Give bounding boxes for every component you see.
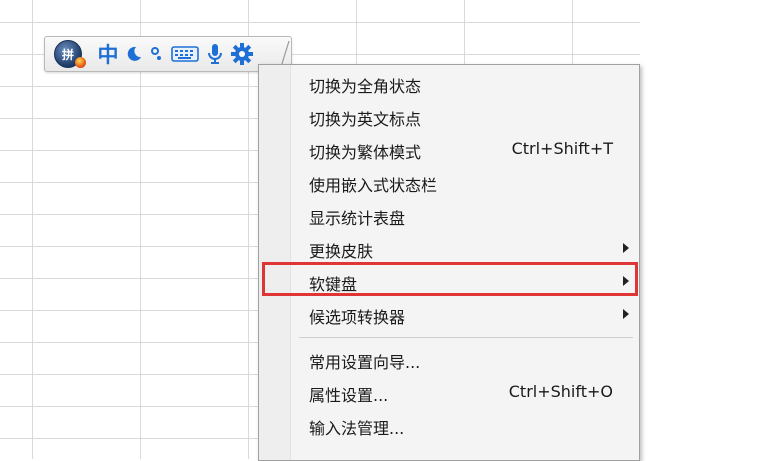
gear-icon[interactable] <box>229 40 255 68</box>
menu-item-label: 切换为全角状态 <box>309 77 422 96</box>
menu-item-label: 切换为繁体模式 <box>309 143 422 162</box>
ime-context-menu: 切换为全角状态 切换为英文标点 切换为繁体模式 Ctrl+Shift+T 使用嵌… <box>258 64 640 461</box>
menu-item-label: 软键盘 <box>309 275 358 294</box>
submenu-arrow-icon <box>623 276 629 286</box>
logo-icon[interactable]: 拼 <box>51 40 86 68</box>
ime-status-toolbar: 拼 中 <box>44 36 292 72</box>
menu-item-setup-wizard[interactable]: 常用设置向导... <box>259 343 639 375</box>
menu-item-label: 常用设置向导... <box>309 353 421 372</box>
menu-item-label: 更换皮肤 <box>309 242 374 261</box>
menu-item-label: 使用嵌入式状态栏 <box>309 176 438 195</box>
menu-item-change-skin[interactable]: 更换皮肤 <box>259 232 639 264</box>
menu-item-label: 候选项转换器 <box>309 308 406 327</box>
chinese-mode-button[interactable]: 中 <box>95 40 121 68</box>
menu-item-ime-manager[interactable]: 输入法管理... <box>259 409 639 441</box>
menu-item-label: 显示统计表盘 <box>309 209 406 228</box>
menu-item-candidate-converter[interactable]: 候选项转换器 <box>259 298 639 330</box>
menu-item-fullwidth[interactable]: 切换为全角状态 <box>259 67 639 99</box>
menu-item-label: 切换为英文标点 <box>309 110 422 129</box>
menu-item-label: 输入法管理... <box>309 419 405 438</box>
microphone-icon[interactable] <box>205 40 225 68</box>
menu-item-soft-keyboard[interactable]: 软键盘 <box>259 265 639 297</box>
submenu-arrow-icon <box>623 309 629 319</box>
menu-item-english-punctuation[interactable]: 切换为英文标点 <box>259 100 639 132</box>
menu-item-label: 属性设置... <box>309 386 389 405</box>
submenu-arrow-icon <box>623 243 629 253</box>
logo-text: 拼 <box>61 47 74 62</box>
moon-icon[interactable] <box>123 40 145 68</box>
menu-item-properties[interactable]: 属性设置... Ctrl+Shift+O <box>259 376 639 408</box>
menu-item-embedded-statusbar[interactable]: 使用嵌入式状态栏 <box>259 166 639 198</box>
keyboard-icon[interactable] <box>169 40 201 68</box>
menu-item-stats-dashboard[interactable]: 显示统计表盘 <box>259 199 639 231</box>
mode-label: 中 <box>97 43 119 67</box>
menu-item-shortcut: Ctrl+Shift+O <box>508 382 613 401</box>
menu-separator <box>299 337 633 338</box>
menu-item-traditional-mode[interactable]: 切换为繁体模式 Ctrl+Shift+T <box>259 133 639 165</box>
menu-item-shortcut: Ctrl+Shift+T <box>511 139 613 158</box>
punctuation-icon[interactable] <box>147 40 167 68</box>
